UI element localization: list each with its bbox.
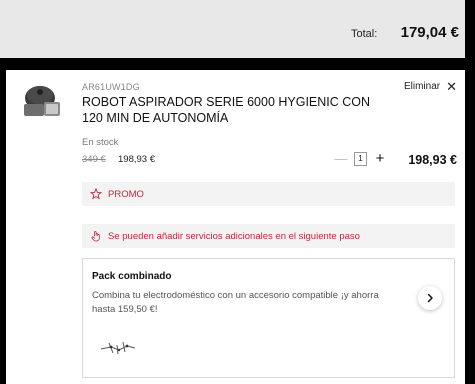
order-total-bar: Total: 179,04 € (0, 0, 465, 58)
quantity-increase-button[interactable]: + (373, 150, 387, 167)
line-total: 198,93 € (408, 153, 457, 167)
product-image[interactable] (20, 80, 64, 124)
close-icon: ✕ (446, 78, 457, 94)
remove-item-button[interactable]: Eliminar ✕ (403, 78, 457, 94)
total-value: 179,04 € (400, 24, 459, 41)
unit-price: 198,93 € (118, 154, 155, 165)
remove-label: Eliminar (403, 81, 441, 92)
cart-item-card: AR61UW1DG Eliminar ✕ ROBOT ASPIRADOR SER… (6, 70, 465, 384)
pack-description: Combina tu electrodoméstico con un acces… (92, 290, 379, 315)
promo-banner[interactable]: PROMO (82, 182, 455, 206)
old-price: 349 € (82, 154, 106, 165)
combo-pack-card[interactable]: Pack combinado Combina tu electrodomésti… (82, 258, 455, 378)
stock-status: En stock (82, 137, 119, 148)
chevron-right-icon (427, 293, 433, 303)
quantity-stepper: — 1 + (334, 150, 387, 167)
quantity-input[interactable]: 1 (354, 151, 367, 166)
hand-pointer-icon (91, 231, 100, 242)
star-icon (90, 188, 102, 200)
product-name[interactable]: ROBOT ASPIRADOR SERIE 6000 HYGIENIC CON … (82, 94, 382, 126)
services-notice: Se pueden añadir servicios adicionales e… (82, 224, 455, 248)
pack-accessory-image (100, 341, 136, 355)
pack-next-button[interactable] (418, 286, 442, 310)
total-label: Total: (351, 28, 378, 40)
pack-title: Pack combinado (92, 271, 172, 282)
services-text: Se pueden añadir servicios adicionales e… (108, 230, 360, 242)
quantity-decrease-button[interactable]: — (334, 151, 348, 166)
promo-label: PROMO (108, 188, 144, 200)
product-sku: AR61UW1DG (82, 82, 140, 92)
